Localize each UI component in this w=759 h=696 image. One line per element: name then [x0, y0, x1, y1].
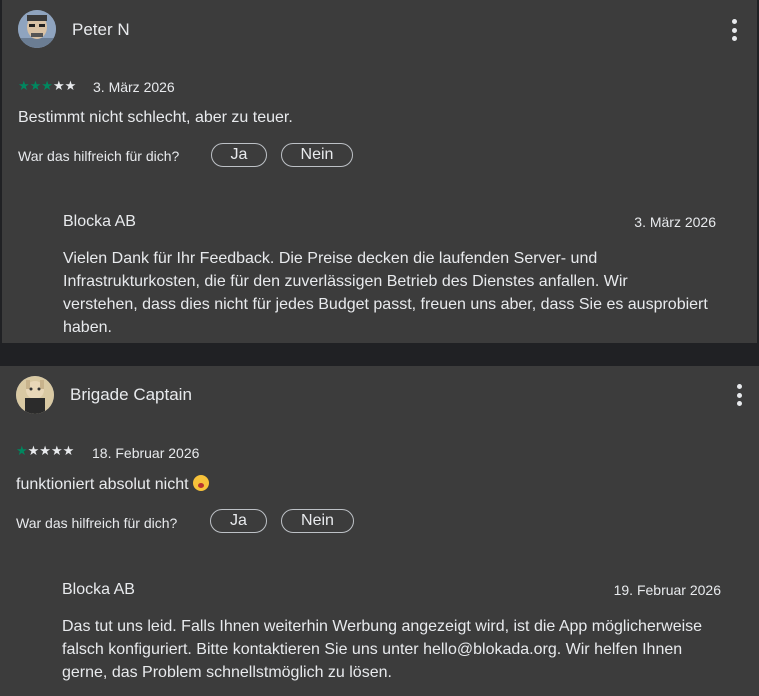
developer-name: Blocka AB — [62, 581, 135, 598]
rating-stars: ★★★★★ — [18, 78, 77, 93]
reply-line: Infrastrukturkosten, die für den zuverlä… — [63, 273, 628, 290]
review-text-content: funktioniert absolut nicht — [16, 476, 189, 493]
more-vert-icon[interactable] — [730, 19, 738, 41]
developer-reply-text: Das tut uns leid. Falls Ihnen weiterhin … — [62, 615, 742, 684]
developer-reply-date: 3. März 2026 — [634, 214, 716, 230]
reply-line: Vielen Dank für Ihr Feedback. Die Preise… — [63, 250, 598, 267]
developer-reply-date: 19. Februar 2026 — [613, 582, 721, 598]
avatar — [18, 10, 56, 48]
reply-line: falsch konfiguriert. Bitte kontaktieren … — [62, 641, 683, 658]
review-date: 18. Februar 2026 — [92, 445, 200, 461]
avatar — [16, 376, 54, 414]
developer-name: Blocka AB — [63, 213, 136, 230]
reply-line: Das tut uns leid. Falls Ihnen weiterhin … — [62, 618, 703, 635]
reply-line: verstehen, dass dies nicht für jedes Bud… — [63, 296, 708, 313]
review-text: Bestimmt nicht schlecht, aber zu teuer. — [18, 109, 293, 126]
review-text: funktioniert absolut nicht — [16, 475, 209, 494]
rating-stars: ★★★★★ — [16, 443, 75, 458]
flushed-face-emoji — [192, 475, 209, 491]
helpful-question: War das hilfreich für dich? — [16, 515, 178, 531]
helpful-yes-button[interactable]: Ja — [210, 509, 267, 533]
review-card: Peter N ★★★★★ 3. März 2026 Bestimmt nich… — [2, 0, 757, 343]
reply-line: gerne, das Problem schnellstmöglich zu l… — [62, 664, 392, 681]
review-card: Brigade Captain ★★★★★ 18. Februar 2026 f… — [0, 366, 759, 696]
review-author: Peter N — [72, 20, 130, 39]
review-date: 3. März 2026 — [93, 79, 175, 95]
helpful-yes-button[interactable]: Ja — [211, 143, 267, 167]
helpful-no-button[interactable]: Nein — [281, 509, 354, 533]
more-vert-icon[interactable] — [735, 384, 743, 406]
helpful-question: War das hilfreich für dich? — [18, 148, 180, 164]
developer-reply-text: Vielen Dank für Ihr Feedback. Die Preise… — [63, 247, 743, 339]
review-author: Brigade Captain — [70, 385, 192, 404]
reply-line: haben. — [63, 319, 112, 336]
helpful-no-button[interactable]: Nein — [281, 143, 353, 167]
